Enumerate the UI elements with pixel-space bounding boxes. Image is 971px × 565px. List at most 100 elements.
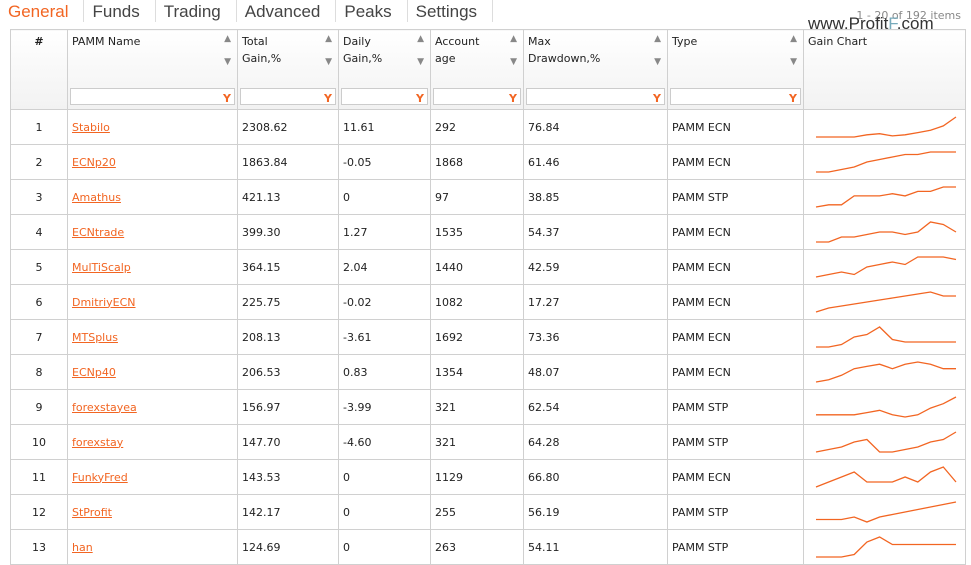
max-drawdown-cell: 54.11 bbox=[523, 529, 668, 565]
total-gain-cell: 225.75 bbox=[237, 284, 339, 320]
filter-input[interactable]: Y bbox=[670, 88, 801, 105]
account-age-cell: 255 bbox=[430, 494, 524, 530]
type-cell: PAMM ECN bbox=[667, 284, 804, 320]
tab-funds[interactable]: Funds bbox=[84, 0, 156, 22]
filter-input[interactable]: Y bbox=[526, 88, 665, 105]
sparkline-line bbox=[816, 396, 957, 418]
gain-sparkline bbox=[815, 291, 956, 313]
filter-icon[interactable]: Y bbox=[416, 90, 424, 107]
name-cell: DmitriyECN bbox=[67, 284, 238, 320]
gain-sparkline bbox=[816, 501, 957, 523]
sparkline-line bbox=[816, 501, 957, 523]
account-age-cell: 1535 bbox=[430, 214, 524, 250]
column-header[interactable]: Type ▲ ▼ Y bbox=[667, 29, 804, 110]
filter-icon[interactable]: Y bbox=[509, 90, 517, 107]
pamm-link[interactable]: ECNp20 bbox=[72, 156, 116, 169]
sort-arrows-icon[interactable]: ▲ ▼ bbox=[417, 34, 424, 68]
sort-arrows-icon[interactable]: ▲ ▼ bbox=[224, 34, 231, 68]
max-drawdown-cell: 17.27 bbox=[523, 284, 668, 320]
sort-arrows-icon[interactable]: ▲ ▼ bbox=[790, 34, 797, 68]
column-header[interactable]: Gain Chart bbox=[803, 29, 966, 110]
column-label: Type bbox=[672, 35, 698, 48]
column-header[interactable]: Max Drawdown,% ▲ ▼ Y bbox=[523, 29, 668, 110]
pamm-link[interactable]: ECNp40 bbox=[72, 366, 116, 379]
filter-input[interactable]: Y bbox=[433, 88, 521, 105]
pamm-link[interactable]: MulTiScalp bbox=[72, 261, 131, 274]
total-gain-cell: 399.30 bbox=[237, 214, 339, 250]
gain-sparkline bbox=[816, 326, 956, 348]
name-cell: ECNp40 bbox=[67, 354, 238, 390]
column-label: # bbox=[34, 35, 44, 48]
gain-sparkline bbox=[815, 186, 956, 208]
sparkline-line bbox=[815, 466, 957, 488]
tab-trading[interactable]: Trading bbox=[156, 0, 237, 22]
pamm-link[interactable]: han bbox=[72, 541, 93, 554]
account-age-cell: 1129 bbox=[430, 459, 524, 495]
account-age-cell: 263 bbox=[430, 529, 524, 565]
pamm-link[interactable]: forexstayea bbox=[72, 401, 137, 414]
daily-gain-cell: -4.60 bbox=[338, 424, 431, 460]
tab-peaks[interactable]: Peaks bbox=[336, 0, 408, 22]
name-cell: ECNtrade bbox=[67, 214, 238, 250]
pamm-link[interactable]: StProfit bbox=[72, 506, 112, 519]
daily-gain-cell: -0.05 bbox=[338, 144, 431, 180]
pamm-link[interactable]: forexstay bbox=[72, 436, 123, 449]
filter-input[interactable]: Y bbox=[240, 88, 336, 105]
gain-sparkline bbox=[815, 256, 957, 278]
daily-gain-cell: 1.27 bbox=[338, 214, 431, 250]
sparkline-line bbox=[816, 116, 957, 138]
daily-gain-cell: -0.02 bbox=[338, 284, 431, 320]
sparkline-line bbox=[815, 186, 956, 208]
table-row: 13 han 124.69 0 263 54.11 PAMM STP bbox=[10, 529, 966, 565]
column-label: Gain Chart bbox=[808, 35, 868, 48]
sort-arrows-icon[interactable]: ▲ ▼ bbox=[654, 34, 661, 68]
rank-cell: 1 bbox=[10, 109, 68, 145]
sparkline-line bbox=[815, 361, 956, 383]
filter-input[interactable]: Y bbox=[70, 88, 235, 105]
table-row: 3 Amathus 421.13 0 97 38.85 PAMM STP bbox=[10, 179, 966, 215]
account-age-cell: 1692 bbox=[430, 319, 524, 355]
sort-arrows-icon[interactable]: ▲ ▼ bbox=[325, 34, 332, 68]
filter-icon[interactable]: Y bbox=[324, 90, 332, 107]
pamm-link[interactable]: Stabilo bbox=[72, 121, 110, 134]
tab-settings[interactable]: Settings bbox=[408, 0, 494, 22]
column-header[interactable]: PAMM Name ▲ ▼ Y bbox=[67, 29, 238, 110]
filter-icon[interactable]: Y bbox=[653, 90, 661, 107]
table-row: 4 ECNtrade 399.30 1.27 1535 54.37 PAMM E… bbox=[10, 214, 966, 250]
sparkline-line bbox=[815, 291, 956, 313]
column-header[interactable]: # bbox=[10, 29, 68, 110]
type-cell: PAMM STP bbox=[667, 389, 804, 425]
name-cell: forexstayea bbox=[67, 389, 238, 425]
sort-arrows-icon[interactable]: ▲ ▼ bbox=[510, 34, 517, 68]
gain-chart-cell bbox=[803, 214, 966, 250]
pamm-link[interactable]: FunkyFred bbox=[72, 471, 128, 484]
column-header[interactable]: Total Gain,% ▲ ▼ Y bbox=[237, 29, 339, 110]
sparkline-line bbox=[816, 326, 956, 348]
total-gain-cell: 206.53 bbox=[237, 354, 339, 390]
type-cell: PAMM ECN bbox=[667, 109, 804, 145]
tab-general[interactable]: General bbox=[0, 0, 85, 22]
pamm-link[interactable]: DmitriyECN bbox=[72, 296, 136, 309]
type-cell: PAMM STP bbox=[667, 179, 804, 215]
column-header[interactable]: Daily Gain,% ▲ ▼ Y bbox=[338, 29, 431, 110]
sparkline-line bbox=[816, 536, 956, 558]
name-cell: ECNp20 bbox=[67, 144, 238, 180]
sparkline-line bbox=[816, 151, 956, 173]
total-gain-cell: 208.13 bbox=[237, 319, 339, 355]
filter-icon[interactable]: Y bbox=[789, 90, 797, 107]
column-header[interactable]: Account age ▲ ▼ Y bbox=[430, 29, 524, 110]
filter-input[interactable]: Y bbox=[341, 88, 428, 105]
type-cell: PAMM STP bbox=[667, 529, 804, 565]
rank-cell: 6 bbox=[10, 284, 68, 320]
filter-icon[interactable]: Y bbox=[223, 90, 231, 107]
pamm-link[interactable]: MTSplus bbox=[72, 331, 118, 344]
max-drawdown-cell: 73.36 bbox=[523, 319, 668, 355]
gain-sparkline bbox=[815, 431, 957, 453]
max-drawdown-cell: 42.59 bbox=[523, 249, 668, 285]
pamm-link[interactable]: Amathus bbox=[72, 191, 121, 204]
pamm-link[interactable]: ECNtrade bbox=[72, 226, 124, 239]
name-cell: StProfit bbox=[67, 494, 238, 530]
tab-advanced[interactable]: Advanced bbox=[237, 0, 337, 22]
daily-gain-cell: 0.83 bbox=[338, 354, 431, 390]
table-row: 6 DmitriyECN 225.75 -0.02 1082 17.27 PAM… bbox=[10, 284, 966, 320]
